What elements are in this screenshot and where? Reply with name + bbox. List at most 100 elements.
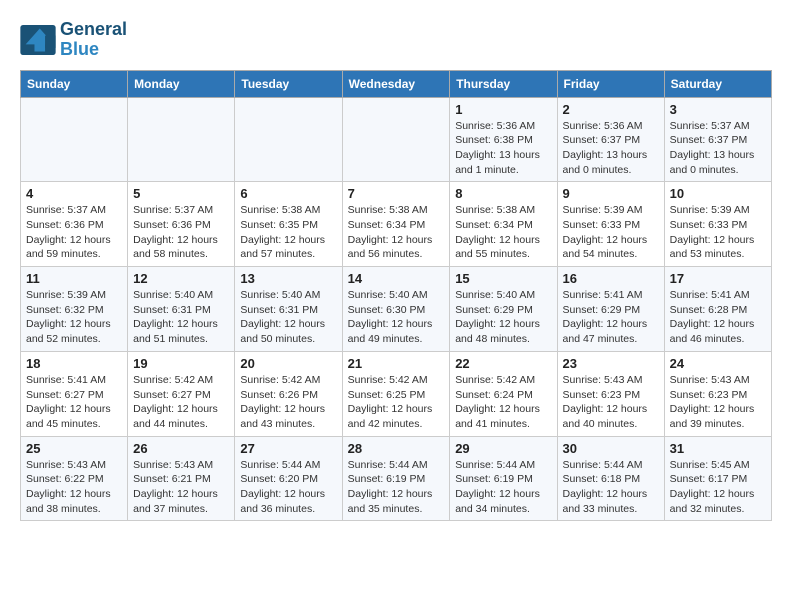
day-number: 31	[670, 441, 766, 456]
calendar-cell	[342, 97, 450, 182]
day-of-week-header: Tuesday	[235, 70, 342, 97]
day-of-week-header: Friday	[557, 70, 664, 97]
day-number: 8	[455, 186, 551, 201]
calendar-cell: 5 Sunrise: 5:37 AM Sunset: 6:36 PM Daylig…	[128, 182, 235, 267]
day-number: 9	[563, 186, 659, 201]
calendar-table: SundayMondayTuesdayWednesdayThursdayFrid…	[20, 70, 772, 522]
calendar-cell: 6Sunrise: 5:38 AM Sunset: 6:35 PM Daylig…	[235, 182, 342, 267]
day-number: 1	[455, 102, 551, 117]
day-number: 14	[348, 271, 445, 286]
day-info: Sunrise: 5:43 AM Sunset: 6:23 PM Dayligh…	[670, 373, 766, 432]
day-info: Sunrise: 5:42 AM Sunset: 6:25 PM Dayligh…	[348, 373, 445, 432]
page-header: General Blue	[20, 20, 772, 60]
calendar-cell: 31 Sunrise: 5:45 AM Sunset: 6:17 PM Dayli…	[664, 436, 771, 521]
day-info: Sunrise: 5:37 AM Sunset: 6:37 PM Dayligh…	[670, 119, 766, 178]
day-number: 11	[26, 271, 122, 286]
day-info: Sunrise: 5:43 AM Sunset: 6:23 PM Dayligh…	[563, 373, 659, 432]
day-number: 25	[26, 441, 122, 456]
day-number: 21	[348, 356, 445, 371]
calendar-cell: 26 Sunrise: 5:43 AM Sunset: 6:21 PM Dayli…	[128, 436, 235, 521]
day-info: Sunrise: 5:45 AM Sunset: 6:17 PM Dayligh…	[670, 458, 766, 517]
day-info: Sunrise: 5:41 AM Sunset: 6:27 PM Dayligh…	[26, 373, 122, 432]
calendar-cell: 30 Sunrise: 5:44 AM Sunset: 6:18 PM Dayli…	[557, 436, 664, 521]
calendar-cell: 11 Sunrise: 5:39 AM Sunset: 6:32 PM Dayli…	[21, 267, 128, 352]
calendar-cell: 16 Sunrise: 5:41 AM Sunset: 6:29 PM Dayli…	[557, 267, 664, 352]
day-info: Sunrise: 5:40 AM Sunset: 6:31 PM Dayligh…	[133, 288, 229, 347]
calendar-cell: 25 Sunrise: 5:43 AM Sunset: 6:22 PM Dayli…	[21, 436, 128, 521]
calendar-cell: 27Sunrise: 5:44 AM Sunset: 6:20 PM Dayli…	[235, 436, 342, 521]
calendar-cell: 22 Sunrise: 5:42 AM Sunset: 6:24 PM Dayli…	[450, 351, 557, 436]
day-info: Sunrise: 5:38 AM Sunset: 6:34 PM Dayligh…	[348, 203, 445, 262]
day-info: Sunrise: 5:38 AM Sunset: 6:35 PM Dayligh…	[240, 203, 336, 262]
day-info: Sunrise: 5:37 AM Sunset: 6:36 PM Dayligh…	[133, 203, 229, 262]
day-info: Sunrise: 5:39 AM Sunset: 6:33 PM Dayligh…	[670, 203, 766, 262]
logo-icon	[20, 25, 56, 55]
day-number: 30	[563, 441, 659, 456]
calendar-cell: 13 Sunrise: 5:40 AM Sunset: 6:31 PM Dayli…	[235, 267, 342, 352]
calendar-cell: 12 Sunrise: 5:40 AM Sunset: 6:31 PM Dayli…	[128, 267, 235, 352]
day-number: 10	[670, 186, 766, 201]
calendar-cell: 15 Sunrise: 5:40 AM Sunset: 6:29 PM Dayli…	[450, 267, 557, 352]
day-number: 20	[240, 356, 336, 371]
day-info: Sunrise: 5:42 AM Sunset: 6:24 PM Dayligh…	[455, 373, 551, 432]
calendar-cell: 28 Sunrise: 5:44 AM Sunset: 6:19 PM Dayli…	[342, 436, 450, 521]
day-info: Sunrise: 5:43 AM Sunset: 6:21 PM Dayligh…	[133, 458, 229, 517]
day-info: Sunrise: 5:44 AM Sunset: 6:20 PM Dayligh…	[240, 458, 336, 517]
day-number: 19	[133, 356, 229, 371]
day-info: Sunrise: 5:41 AM Sunset: 6:29 PM Dayligh…	[563, 288, 659, 347]
day-number: 29	[455, 441, 551, 456]
calendar-cell: 21 Sunrise: 5:42 AM Sunset: 6:25 PM Dayli…	[342, 351, 450, 436]
day-info: Sunrise: 5:37 AM Sunset: 6:36 PM Dayligh…	[26, 203, 122, 262]
day-number: 24	[670, 356, 766, 371]
day-info: Sunrise: 5:40 AM Sunset: 6:29 PM Dayligh…	[455, 288, 551, 347]
calendar-cell	[128, 97, 235, 182]
day-info: Sunrise: 5:44 AM Sunset: 6:19 PM Dayligh…	[348, 458, 445, 517]
day-number: 15	[455, 271, 551, 286]
day-number: 2	[563, 102, 659, 117]
day-info: Sunrise: 5:39 AM Sunset: 6:32 PM Dayligh…	[26, 288, 122, 347]
calendar-cell	[235, 97, 342, 182]
calendar-cell: 20Sunrise: 5:42 AM Sunset: 6:26 PM Dayli…	[235, 351, 342, 436]
calendar-cell: 18Sunrise: 5:41 AM Sunset: 6:27 PM Dayli…	[21, 351, 128, 436]
calendar-cell: 9 Sunrise: 5:39 AM Sunset: 6:33 PM Daylig…	[557, 182, 664, 267]
day-info: Sunrise: 5:41 AM Sunset: 6:28 PM Dayligh…	[670, 288, 766, 347]
calendar-cell: 14 Sunrise: 5:40 AM Sunset: 6:30 PM Dayli…	[342, 267, 450, 352]
day-info: Sunrise: 5:36 AM Sunset: 6:38 PM Dayligh…	[455, 119, 551, 178]
calendar-cell: 7 Sunrise: 5:38 AM Sunset: 6:34 PM Daylig…	[342, 182, 450, 267]
day-of-week-header: Monday	[128, 70, 235, 97]
calendar-cell: 8 Sunrise: 5:38 AM Sunset: 6:34 PM Daylig…	[450, 182, 557, 267]
calendar-cell	[21, 97, 128, 182]
calendar-cell: 29 Sunrise: 5:44 AM Sunset: 6:19 PM Dayli…	[450, 436, 557, 521]
day-number: 23	[563, 356, 659, 371]
day-number: 28	[348, 441, 445, 456]
day-info: Sunrise: 5:38 AM Sunset: 6:34 PM Dayligh…	[455, 203, 551, 262]
logo: General Blue	[20, 20, 127, 60]
day-number: 26	[133, 441, 229, 456]
day-number: 13	[240, 271, 336, 286]
calendar-cell: 19Sunrise: 5:42 AM Sunset: 6:27 PM Dayli…	[128, 351, 235, 436]
day-info: Sunrise: 5:39 AM Sunset: 6:33 PM Dayligh…	[563, 203, 659, 262]
day-number: 22	[455, 356, 551, 371]
day-number: 5	[133, 186, 229, 201]
day-info: Sunrise: 5:43 AM Sunset: 6:22 PM Dayligh…	[26, 458, 122, 517]
day-info: Sunrise: 5:40 AM Sunset: 6:31 PM Dayligh…	[240, 288, 336, 347]
day-number: 17	[670, 271, 766, 286]
day-of-week-header: Sunday	[21, 70, 128, 97]
day-info: Sunrise: 5:44 AM Sunset: 6:19 PM Dayligh…	[455, 458, 551, 517]
day-number: 16	[563, 271, 659, 286]
calendar-cell: 24 Sunrise: 5:43 AM Sunset: 6:23 PM Dayli…	[664, 351, 771, 436]
day-info: Sunrise: 5:44 AM Sunset: 6:18 PM Dayligh…	[563, 458, 659, 517]
day-info: Sunrise: 5:36 AM Sunset: 6:37 PM Dayligh…	[563, 119, 659, 178]
calendar-cell: 1 Sunrise: 5:36 AM Sunset: 6:38 PM Daylig…	[450, 97, 557, 182]
logo-text: General Blue	[60, 20, 127, 60]
day-of-week-header: Wednesday	[342, 70, 450, 97]
day-number: 4	[26, 186, 122, 201]
day-number: 7	[348, 186, 445, 201]
calendar-cell: 10 Sunrise: 5:39 AM Sunset: 6:33 PM Dayli…	[664, 182, 771, 267]
calendar-cell: 2 Sunrise: 5:36 AM Sunset: 6:37 PM Daylig…	[557, 97, 664, 182]
day-of-week-header: Thursday	[450, 70, 557, 97]
day-number: 12	[133, 271, 229, 286]
day-number: 3	[670, 102, 766, 117]
calendar-cell: 4 Sunrise: 5:37 AM Sunset: 6:36 PM Daylig…	[21, 182, 128, 267]
day-info: Sunrise: 5:40 AM Sunset: 6:30 PM Dayligh…	[348, 288, 445, 347]
